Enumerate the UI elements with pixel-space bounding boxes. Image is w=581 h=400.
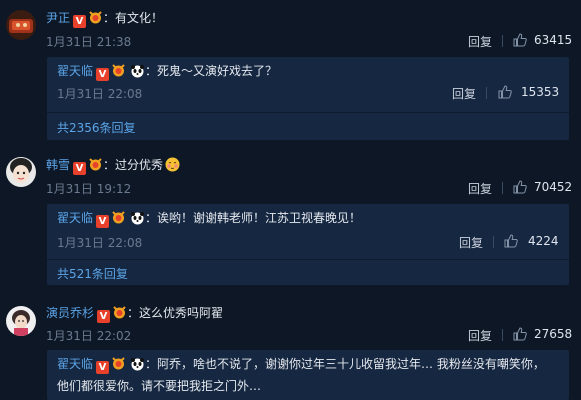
reply-line: 翟天临 V ：阿乔，啥也不说了，谢谢你过年三十儿收留我过年… 我粉丝没有嘲笑你， [57,354,563,374]
reply-line-2: 他们都很爱你。请不要把我拒之门外… [57,376,563,396]
divider [47,112,569,113]
more-replies-link[interactable]: 共2356条回复 [57,119,136,136]
reply-button[interactable]: 回复 [468,327,492,344]
like-count: 4224 [528,234,559,248]
verified-v-icon: V [73,162,87,175]
thumb-up-icon[interactable] [513,180,527,194]
verified-v-icon: V [96,68,110,81]
reply-timestamp: 1月31日 22:08 [57,87,143,101]
vip-medal-icon [89,158,102,171]
reply-line: 翟天临 V ：死鬼～又演好戏去了？ [57,61,563,81]
vip-medal-icon [89,11,102,24]
vip-medal-icon [112,64,125,77]
comment-line: 演员乔杉 V ：这么优秀吗阿翟 [46,304,223,323]
panda-icon [131,65,145,78]
thumb-up-icon[interactable] [513,327,527,341]
username-link[interactable]: 演员乔杉 [46,306,94,320]
divider [47,259,569,260]
reply-button[interactable]: 回复 [452,85,476,102]
avatar[interactable] [6,157,36,187]
avatar[interactable] [6,306,36,336]
reply-box: 翟天临 V ：阿乔，啥也不说了，谢谢你过年三十儿收留我过年… 我粉丝没有嘲笑你， 他… [47,350,569,400]
verified-v-icon: V [73,15,87,28]
comment-line: 尹正 V ：有文化！ [46,9,163,28]
reply-text: ：阿乔，啥也不说了，谢谢你过年三十儿收留我过年… 我粉丝没有嘲笑你， [145,357,545,371]
username-link[interactable]: 尹正 [46,11,70,25]
panda-icon [131,358,145,371]
verified-v-icon: V [96,361,110,374]
username-link[interactable]: 韩雪 [46,158,70,172]
reply-username-link[interactable]: 翟天临 [57,211,93,225]
reply-text-continued: 他们都很爱你。请不要把我拒之门外… [57,379,262,393]
vip-medal-icon [112,357,125,370]
divider [502,182,503,194]
divider [502,35,503,47]
verified-v-icon: V [96,215,110,228]
avatar[interactable] [6,10,36,40]
reply-username-link[interactable]: 翟天临 [57,357,93,371]
like-count: 27658 [534,327,573,341]
reply-timestamp: 1月31日 22:08 [57,236,143,250]
comment-text: ：有文化！ [103,11,164,25]
divider [502,329,503,341]
divider [493,236,494,248]
verified-v-icon: V [97,310,111,323]
reply-text: ：死鬼～又演好戏去了？ [145,64,278,78]
comment-line: 韩雪 V ：过分优秀 [46,156,180,175]
reply-text: ：诶哟！谢谢韩老师！江苏卫视春晚见！ [145,211,362,225]
more-replies-link[interactable]: 共521条回复 [57,265,128,282]
reply-button[interactable]: 回复 [468,33,492,50]
thumb-up-icon[interactable] [513,33,527,47]
like-count: 63415 [534,33,573,47]
blush-emoji-icon [165,157,180,172]
reply-username-link[interactable]: 翟天临 [57,64,93,78]
reply-box: 翟天临 V ：诶哟！谢谢韩老师！江苏卫视春晚见！ 1月31日 22:08 回复 42… [47,204,569,285]
timestamp: 1月31日 22:02 [46,329,132,343]
reply-box: 翟天临 V ：死鬼～又演好戏去了？ 1月31日 22:08 回复 15353 共23… [47,57,569,140]
thumb-up-icon[interactable] [498,85,512,99]
divider [486,87,487,99]
timestamp: 1月31日 21:38 [46,35,132,49]
timestamp: 1月31日 19:12 [46,182,132,196]
thumb-up-icon[interactable] [504,234,518,248]
reply-line: 翟天临 V ：诶哟！谢谢韩老师！江苏卫视春晚见！ [57,208,563,228]
like-count: 70452 [534,180,573,194]
vip-medal-icon [113,306,126,319]
comment-text: ：过分优秀 [103,158,164,172]
vip-medal-icon [112,211,125,224]
reply-button[interactable]: 回复 [468,180,492,197]
comment-text: ：这么优秀吗阿翟 [127,306,224,320]
panda-icon [131,212,145,225]
like-count: 15353 [521,85,560,99]
reply-button[interactable]: 回复 [459,234,483,251]
